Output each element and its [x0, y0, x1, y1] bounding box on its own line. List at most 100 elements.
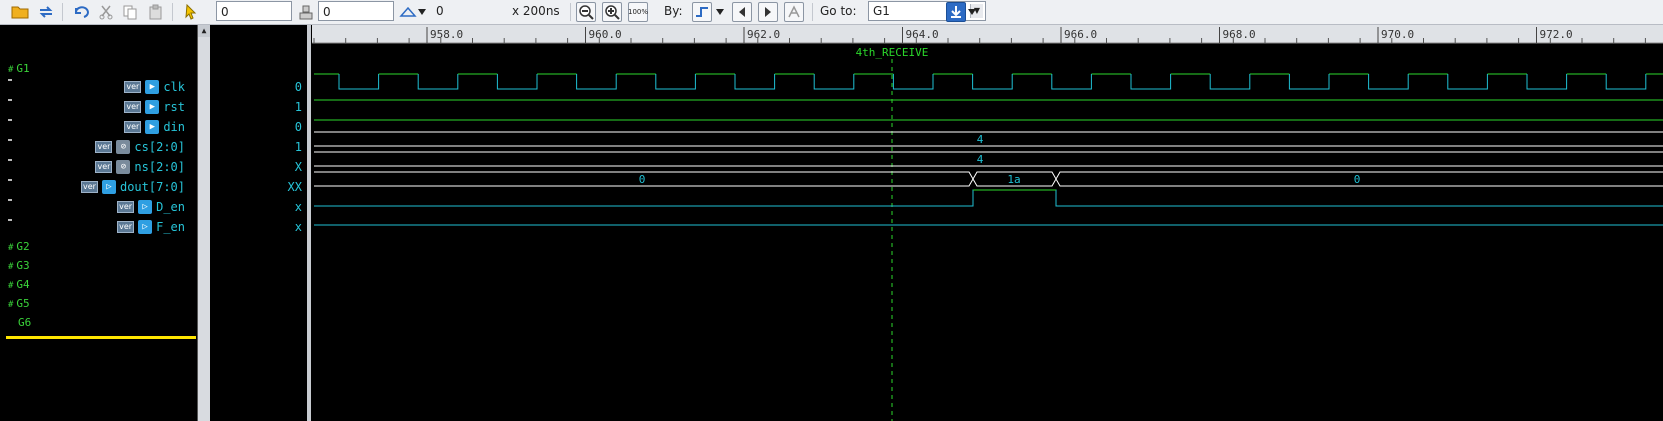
reload-icon[interactable]	[36, 2, 56, 22]
toolbar-separator	[570, 3, 571, 21]
delta-icon[interactable]	[398, 2, 418, 22]
toolbar: 0 0 0 x 200ns 100% By: Go to: G1 ▼	[0, 0, 1663, 25]
zoom-in-icon[interactable]	[602, 2, 622, 22]
input-port-icon: ▶	[145, 80, 160, 94]
signal-row-din[interactable]: ver ▶ din	[124, 119, 185, 135]
time-ruler	[312, 25, 1663, 43]
edge-step-icon[interactable]	[692, 2, 712, 22]
signal-row-cs[interactable]: ver ⊘ cs[2:0]	[95, 139, 185, 155]
output-port-icon: ▷	[138, 200, 153, 214]
ver-badge: ver	[95, 141, 113, 153]
signal-value: 1	[294, 100, 302, 114]
signal-name: dout[7:0]	[119, 180, 185, 194]
signal-name: rst	[163, 100, 185, 114]
open-folder-icon[interactable]	[10, 2, 30, 22]
tree-line	[8, 199, 12, 201]
group-icon: #	[8, 262, 14, 272]
undo-icon[interactable]	[70, 2, 90, 22]
names-scrollbar[interactable]: ▲	[198, 25, 210, 421]
zoom-out-icon[interactable]	[576, 2, 596, 22]
by-dropdown-icon[interactable]	[714, 2, 726, 22]
signal-row-ns[interactable]: ver ⊘ ns[2:0]	[95, 159, 185, 175]
marker-time-input[interactable]: 0	[318, 1, 394, 21]
marker-icon[interactable]	[296, 2, 316, 22]
next-edge-icon[interactable]	[758, 2, 778, 22]
group-icon: #	[8, 243, 14, 253]
signal-value: 0	[294, 120, 302, 134]
signal-row-d-en[interactable]: ver ▷ D_en	[117, 199, 185, 215]
dout-bus-value-1: 1a	[1007, 173, 1020, 186]
cursor-time-input[interactable]: 0	[216, 1, 292, 21]
output-port-icon: ▷	[101, 180, 116, 194]
signal-values-pane: 0 1 0 1 X XX x x	[212, 25, 306, 421]
group-label: G3	[16, 259, 30, 272]
d-en-waveform[interactable]	[314, 189, 1663, 207]
toolbar-separator	[812, 3, 813, 21]
ver-badge: ver	[124, 81, 142, 93]
copy-icon[interactable]	[120, 2, 140, 22]
signal-value: X	[294, 160, 302, 174]
group-label: G5	[16, 297, 30, 310]
group-g6[interactable]: G6	[18, 316, 31, 329]
tree-line	[8, 219, 12, 221]
group-g3[interactable]: # G3	[8, 259, 30, 272]
group-g5[interactable]: # G5	[8, 297, 30, 310]
signal-row-clk[interactable]: ver ▶ clk	[124, 79, 185, 95]
scroll-up-icon[interactable]: ▲	[198, 25, 210, 37]
waveform-canvas: 958.0 960.0 962.0 964.0 966.0 968.0 970.0 972.0…	[312, 25, 1663, 421]
ruler-tick-label: 968.0	[1223, 28, 1256, 41]
group-g4[interactable]: # G4	[8, 278, 30, 291]
group-g2[interactable]: # G2	[8, 240, 30, 253]
pointer-cursor-icon[interactable]	[180, 2, 200, 22]
group-label: G1	[16, 62, 30, 75]
group-label: G4	[16, 278, 30, 291]
signal-value: x	[294, 200, 302, 214]
pane-splitter[interactable]	[307, 25, 311, 421]
signal-row-dout[interactable]: ver ▷ dout[7:0]	[81, 179, 185, 195]
group-label: G2	[16, 240, 30, 253]
signal-name: din	[163, 120, 185, 134]
signal-value: 0	[294, 80, 302, 94]
register-icon: ⊘	[116, 160, 131, 174]
download-icon[interactable]	[946, 2, 966, 22]
goto-dropdown-icon[interactable]	[966, 2, 978, 22]
signal-name: clk	[163, 80, 185, 94]
ver-badge: ver	[124, 121, 142, 133]
delta-dropdown-icon[interactable]	[416, 2, 428, 22]
by-label: By:	[664, 4, 683, 18]
signal-row-f-en[interactable]: ver ▷ F_en	[117, 219, 185, 235]
group-g1[interactable]: # G1	[8, 62, 30, 75]
toolbar-separator	[62, 3, 63, 21]
annotate-icon[interactable]	[784, 2, 804, 22]
goto-select-value: G1	[873, 4, 890, 18]
signal-names-pane[interactable]: # G1 ver ▶ clk ver ▶ rst ver ▶ din ver ⊘ …	[0, 25, 198, 421]
waveform-pane[interactable]: 958.0 960.0 962.0 964.0 966.0 968.0 970.0 972.0…	[312, 25, 1663, 421]
clk-waveform-low[interactable]	[338, 74, 1647, 90]
signal-value: x	[294, 220, 302, 234]
paste-icon[interactable]	[146, 2, 166, 22]
signal-name: D_en	[156, 200, 185, 214]
tree-line	[8, 99, 12, 101]
zoom-full-icon[interactable]: 100%	[628, 2, 648, 22]
ruler-tick-label: 972.0	[1540, 28, 1573, 41]
delta-value: 0	[436, 4, 444, 18]
cut-icon[interactable]	[96, 2, 116, 22]
previous-edge-icon[interactable]	[732, 2, 752, 22]
input-port-icon: ▶	[145, 120, 160, 134]
ver-badge: ver	[95, 161, 113, 173]
ruler-tick-label: 964.0	[906, 28, 939, 41]
tree-line	[8, 139, 12, 141]
zoom-full-label: 100%	[628, 7, 649, 16]
tree-line	[8, 79, 12, 81]
signal-row-rst[interactable]: ver ▶ rst	[124, 99, 185, 115]
output-port-icon: ▷	[138, 220, 153, 234]
ruler-tick-label: 962.0	[747, 28, 780, 41]
goto-label: Go to:	[820, 4, 857, 18]
dout-bus-value-0: 0	[639, 173, 646, 186]
tree-line	[8, 159, 12, 161]
tree-line	[8, 119, 12, 121]
register-icon: ⊘	[116, 140, 131, 154]
group-icon: #	[8, 300, 14, 310]
signal-name: F_en	[156, 220, 185, 234]
toolbar-separator	[172, 3, 173, 21]
